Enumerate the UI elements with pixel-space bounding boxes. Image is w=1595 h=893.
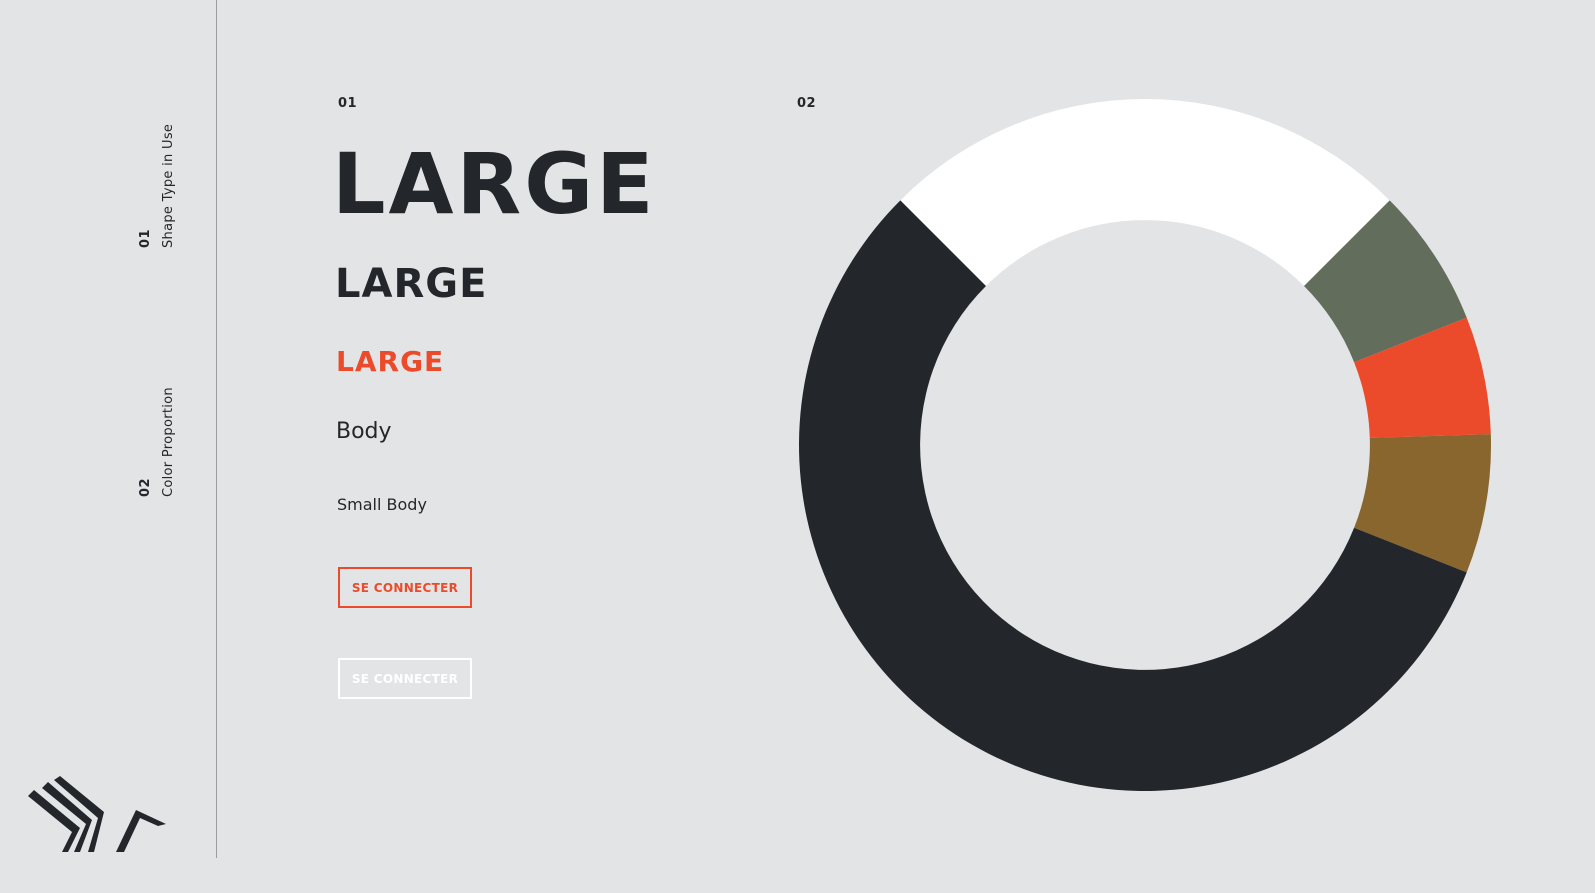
sidebar-item-label: Color Proportion bbox=[161, 387, 176, 497]
donut-slice-white bbox=[900, 99, 1390, 286]
section-number: 01 bbox=[338, 96, 358, 111]
sidebar-divider bbox=[216, 0, 217, 858]
headline-accent: LARGE bbox=[336, 345, 445, 378]
color-proportion-donut-chart bbox=[799, 99, 1491, 791]
bird-logo-icon bbox=[28, 776, 166, 852]
connect-button-orange[interactable]: SE CONNECTER bbox=[338, 567, 472, 608]
sidebar-item-label: Shape Type in Use bbox=[161, 123, 176, 248]
body-text-sample: Body bbox=[336, 419, 392, 444]
connect-button-white[interactable]: SE CONNECTER bbox=[338, 658, 472, 699]
sidebar-item-shape-type[interactable]: 01 Shape Type in Use bbox=[138, 124, 176, 248]
sidebar-item-number: 01 bbox=[138, 228, 153, 248]
headline-large: LARGE bbox=[335, 261, 488, 307]
small-body-text-sample: Small Body bbox=[337, 495, 427, 514]
headline-extra-large: LARGE bbox=[332, 135, 657, 233]
sidebar-item-number: 02 bbox=[138, 477, 153, 497]
sidebar-item-color-proportion[interactable]: 02 Color Proportion bbox=[138, 387, 176, 497]
